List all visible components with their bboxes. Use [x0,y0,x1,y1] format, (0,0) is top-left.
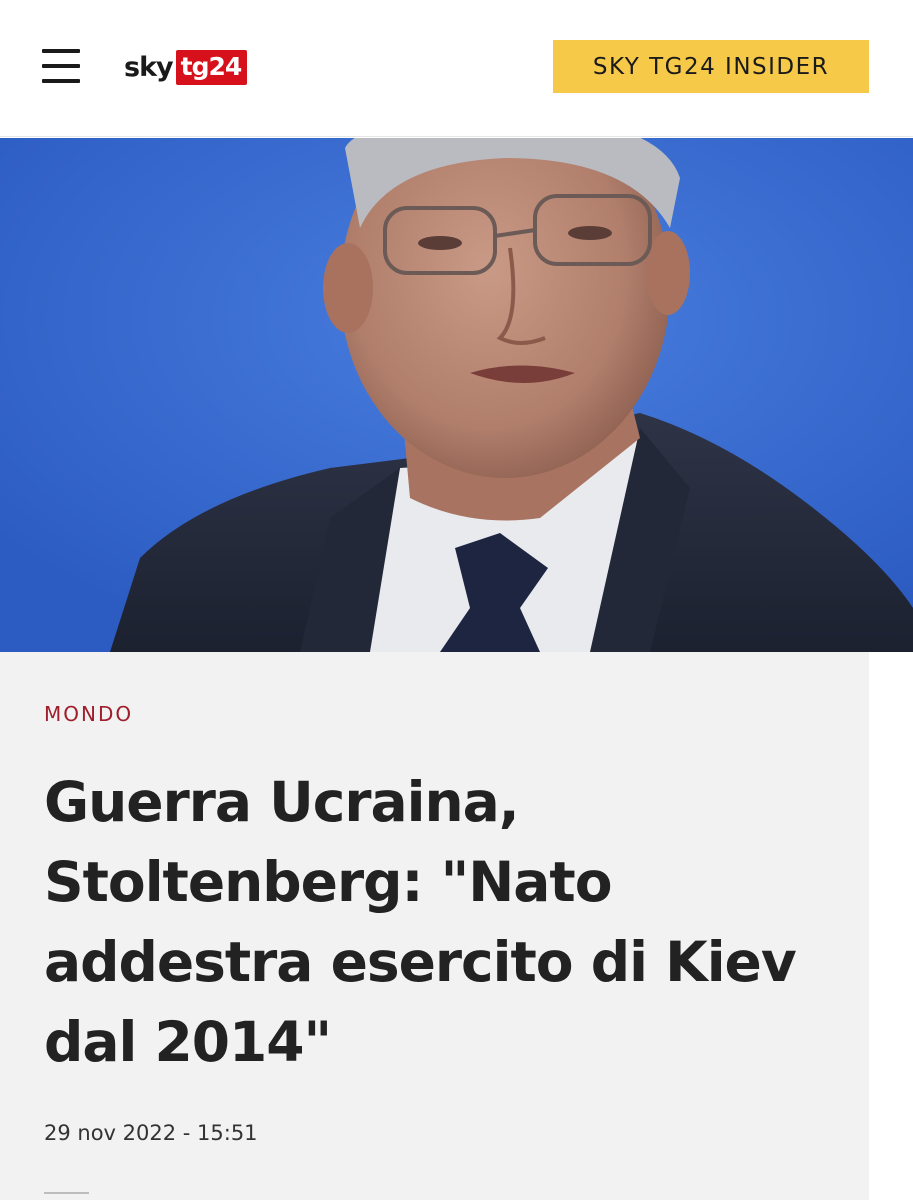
site-header: sky tg24 SKY TG24 INSIDER [0,0,913,137]
menu-bar [42,64,80,68]
article-title: Guerra Ucraina, Stoltenberg: "Nato addes… [44,770,797,1074]
sky-tg24-logo[interactable]: sky tg24 [124,48,248,86]
category-link[interactable]: MONDO [44,702,133,726]
logo-tg24-badge: tg24 [175,49,248,85]
logo-sky-text: sky [124,51,174,83]
hero-photo [0,138,913,652]
hero-image [0,138,913,652]
divider [44,1192,89,1194]
menu-bar [42,49,80,53]
article-timestamp: 29 nov 2022 - 15:51 [44,1121,258,1145]
insider-button[interactable]: SKY TG24 INSIDER [553,40,869,93]
menu-icon[interactable] [42,49,80,83]
menu-bar [42,79,80,83]
